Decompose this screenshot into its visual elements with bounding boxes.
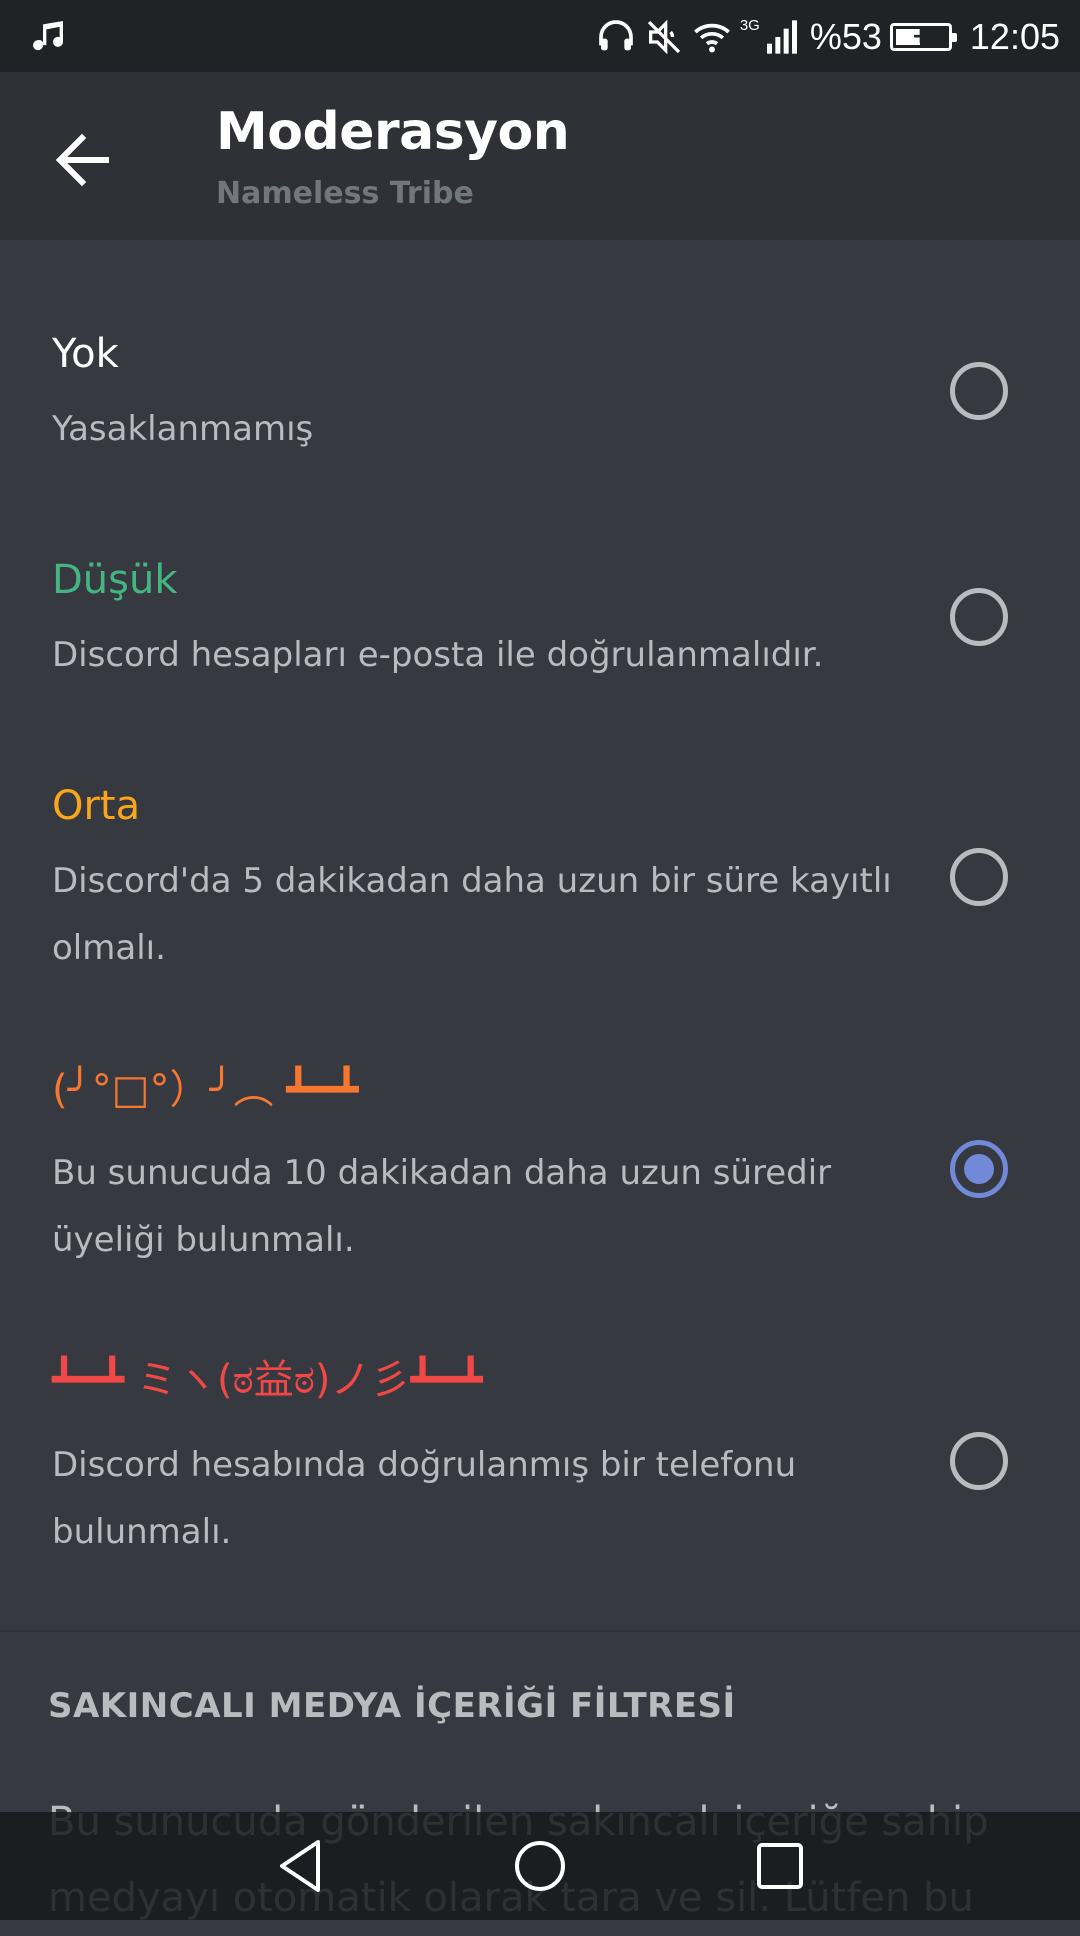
- option-very-high[interactable]: ┻━┻ ミヽ(ಠ益ಠ)ノ彡┻━┻ Discord hesabında doğru…: [0, 1276, 1080, 1568]
- app-bar: Moderasyon Nameless Tribe: [0, 72, 1080, 240]
- option-description: Yasaklanmamış: [52, 409, 314, 449]
- radio-button[interactable]: [950, 588, 1008, 646]
- section-header-media-filter: SAKINCALI MEDYA İÇERİĞİ FİLTRESİ: [48, 1686, 736, 1726]
- headphones-icon: [598, 20, 633, 51]
- home-circle-icon[interactable]: [508, 1834, 572, 1898]
- option-description: Discord'da 5 dakikadan daha uzun bir sür…: [52, 861, 892, 968]
- system-nav-bar: [0, 1812, 1080, 1920]
- option-title: (╯°□°）╯︵ ┻━┻: [52, 1067, 359, 1113]
- page-title: Moderasyon: [216, 102, 570, 162]
- recents-square-icon[interactable]: [748, 1834, 812, 1898]
- arrow-left-icon[interactable]: [40, 118, 124, 202]
- clock: 12:05: [969, 16, 1060, 57]
- status-bar: 3G %53 + 12:05: [0, 0, 1080, 72]
- radio-button-selected[interactable]: [950, 1140, 1008, 1198]
- option-title: Düşük: [52, 557, 178, 603]
- music-icon: [33, 21, 63, 51]
- radio-button[interactable]: [950, 362, 1008, 420]
- option-title: Orta: [52, 783, 141, 829]
- section-divider: [0, 1630, 1080, 1632]
- network-type: 3G: [739, 16, 760, 34]
- battery-percent: %53: [809, 16, 882, 57]
- option-high[interactable]: (╯°□°）╯︵ ┻━┻ Bu sunucuda 10 dakikadan da…: [0, 984, 1080, 1276]
- radio-button[interactable]: [950, 848, 1008, 906]
- option-title: Yok: [52, 331, 119, 377]
- option-title: ┻━┻ ミヽ(ಠ益ಠ)ノ彡┻━┻: [52, 1357, 483, 1403]
- radio-button[interactable]: [950, 1432, 1008, 1490]
- back-triangle-icon[interactable]: [268, 1834, 332, 1898]
- option-medium[interactable]: Orta Discord'da 5 dakikadan daha uzun bi…: [0, 692, 1080, 984]
- option-low[interactable]: Düşük Discord hesapları e-posta ile doğr…: [0, 466, 1080, 692]
- battery-icon: +: [889, 23, 957, 51]
- page-subtitle: Nameless Tribe: [216, 176, 474, 211]
- option-description: Bu sunucuda 10 dakikadan daha uzun süred…: [52, 1153, 832, 1260]
- option-none[interactable]: Yok Yasaklanmamış: [0, 240, 1080, 466]
- option-description: Discord hesapları e-posta ile doğrulanma…: [52, 635, 824, 675]
- signal-icon: [766, 20, 797, 54]
- option-description: Discord hesabında doğrulanmış bir telefo…: [52, 1445, 797, 1552]
- mute-icon: [647, 19, 681, 55]
- wifi-icon: [693, 23, 730, 53]
- charging-icon: +: [911, 24, 931, 49]
